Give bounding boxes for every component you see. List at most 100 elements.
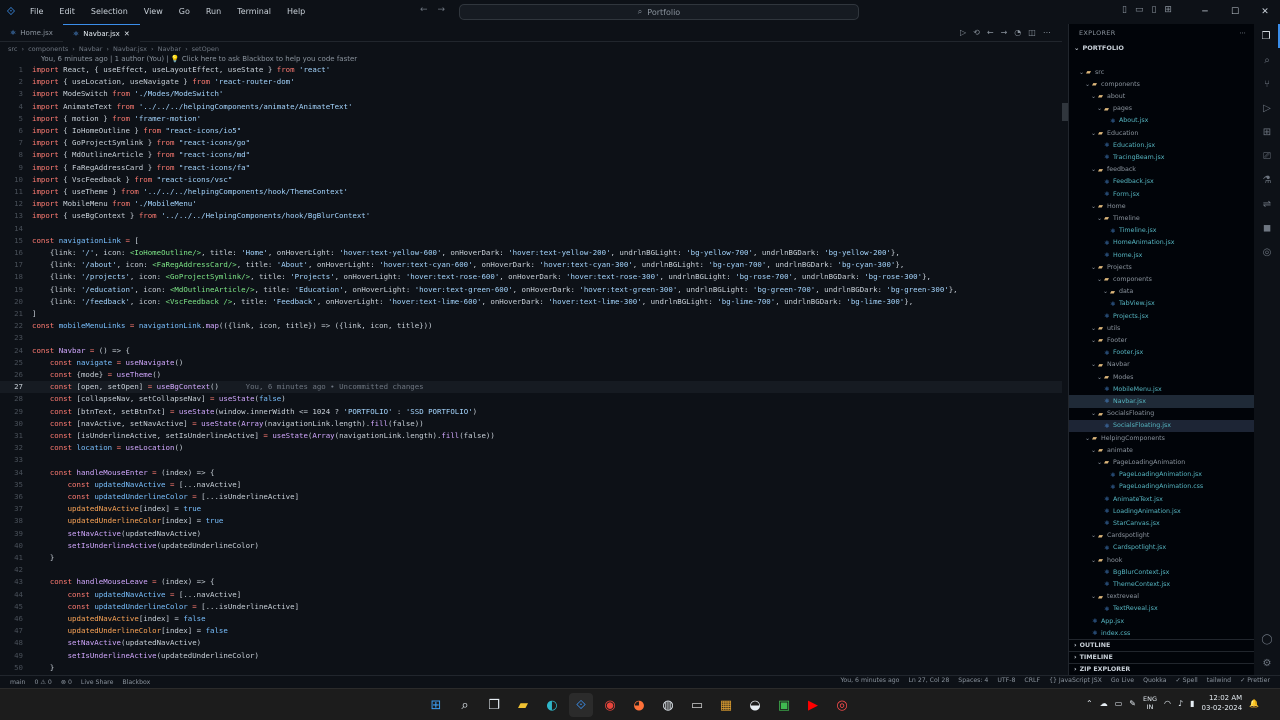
testing-icon[interactable]: ⚗ (1254, 168, 1280, 192)
language-mode[interactable]: {} JavaScript JSX (1049, 677, 1102, 684)
blackbox-status[interactable]: Blackbox (122, 679, 150, 686)
prev-change-icon[interactable]: ← (987, 28, 994, 37)
timeline-icon[interactable]: ⟲ (973, 28, 980, 37)
github-icon[interactable]: ◍ (656, 693, 680, 717)
tree-file[interactable]: ⚛ Navbar.jsx (1069, 395, 1255, 408)
tree-folder[interactable]: ⌄ ▰ Footer (1069, 334, 1255, 346)
code-line[interactable]: 26 const {mode} = useTheme() (0, 369, 1062, 381)
tree-folder[interactable]: ⌄ ▰ data (1069, 286, 1255, 298)
cursor-position[interactable]: Ln 27, Col 28 (908, 677, 949, 684)
back-arrow-icon[interactable]: ← (420, 5, 428, 15)
edge-icon[interactable]: ◐ (540, 693, 564, 717)
breadcrumb-item[interactable]: components (28, 45, 68, 53)
tree-file[interactable]: ⚛ Feedback.jsx (1069, 176, 1255, 188)
code-line[interactable]: 40 setIsUnderlineActive(updatedUnderline… (0, 540, 1062, 552)
clock[interactable]: 12:02 AM 03-02-2024 (1201, 693, 1242, 713)
code-line[interactable]: 25 const navigate = useNavigate() (0, 357, 1062, 369)
code-line[interactable]: 1 import React, { useEffect, useLayoutEff… (0, 64, 1062, 76)
menu-run[interactable]: Run (198, 0, 229, 24)
code-line[interactable]: 31 const [isUnderlineActive, setIsUnderl… (0, 430, 1062, 442)
tree-folder[interactable]: ⌄ ▰ about (1069, 90, 1255, 102)
code-line[interactable]: 35 const updatedNavActive = [...navActiv… (0, 479, 1062, 491)
battery-icon[interactable]: ▮ (1190, 699, 1194, 708)
tailwind-status[interactable]: tailwind (1207, 677, 1231, 684)
tree-folder[interactable]: ⌄ ▰ Timeline (1069, 212, 1255, 224)
code-line[interactable]: 36 const updatedUnderlineColor = [...isU… (0, 491, 1062, 503)
code-line[interactable]: 41 } (0, 552, 1062, 564)
codelens-blame[interactable]: You, 6 minutes ago | 1 author (You) | 💡 … (41, 55, 357, 63)
wifi-icon[interactable]: ◠ (1164, 699, 1171, 708)
toggle-secondary-sidebar-icon[interactable]: ▯ (1151, 5, 1156, 15)
tree-folder[interactable]: ⌄ ▰ components (1069, 273, 1255, 285)
menu-edit[interactable]: Edit (51, 0, 83, 24)
code-line[interactable]: 32 const location = useLocation() (0, 442, 1062, 454)
app-red-icon[interactable]: ◎ (830, 693, 854, 717)
code-line[interactable]: 3 import ModeSwitch from './Modes/ModeSwi… (0, 88, 1062, 100)
branch-status[interactable]: main (10, 679, 25, 686)
app-icon[interactable]: ▦ (714, 693, 738, 717)
tree-folder[interactable]: ⌄ ▰ Modes (1069, 371, 1255, 383)
code-line[interactable]: 45 const updatedUnderlineColor = [...isU… (0, 601, 1062, 613)
code-line[interactable]: 20 {link: '/feedback', icon: <VscFeedbac… (0, 296, 1062, 308)
search-icon[interactable]: ⌕ (453, 693, 477, 717)
code-line[interactable]: 29 const [btnText, setBtnTxt] = useState… (0, 406, 1062, 418)
toggle-panel-icon[interactable]: ▭ (1135, 5, 1144, 15)
discord-icon[interactable]: ◒ (743, 693, 767, 717)
breadcrumb-item[interactable]: Navbar.jsx (113, 45, 147, 53)
code-line[interactable]: 44 const updatedNavActive = [...navActiv… (0, 589, 1062, 601)
customize-layout-icon[interactable]: ⊞ (1164, 5, 1172, 15)
code-line[interactable]: 21] (0, 308, 1062, 320)
close-tab-icon[interactable]: ✕ (124, 30, 130, 38)
tree-folder[interactable]: ⌄ ▰ SocialsFloating (1069, 408, 1255, 420)
tab-home-jsx[interactable]: ⚛ Home.jsx (0, 24, 63, 42)
split-editor-icon[interactable]: ◫ (1028, 28, 1036, 37)
tree-folder[interactable]: ⌄ ▰ Home (1069, 200, 1255, 212)
code-line[interactable]: 28 const [collapseNav, setCollapseNav] =… (0, 393, 1062, 405)
tree-file[interactable]: ⚛ MobileMenu.jsx (1069, 383, 1255, 395)
code-line[interactable]: 10 import { VscFeedback } from "react-ico… (0, 174, 1062, 186)
extensions-icon[interactable]: ⊞ (1254, 120, 1280, 144)
code-line[interactable]: 11 import { useTheme } from '../../../hel… (0, 186, 1062, 198)
tree-file[interactable]: ⚛ AnimateText.jsx (1069, 493, 1255, 505)
ports-status[interactable]: ⊗ 0 (61, 679, 72, 686)
close-icon[interactable]: ✕ (1250, 0, 1280, 24)
code-line[interactable]: 17 {link: '/about', icon: <FaRegAddressC… (0, 259, 1062, 271)
tree-folder[interactable]: ⌄ ▰ components (1069, 78, 1255, 90)
code-line[interactable]: 33 (0, 454, 1062, 466)
next-change-icon[interactable]: → (1001, 28, 1008, 37)
code-line[interactable]: 48 setNavActive(updatedNavActive) (0, 637, 1062, 649)
code-line[interactable]: 15 const navigationLink = [ (0, 235, 1062, 247)
code-line[interactable]: 5 import { motion } from 'framer-motion' (0, 113, 1062, 125)
minimize-icon[interactable]: ─ (1190, 0, 1220, 24)
tree-file[interactable]: ⚛ index.css (1069, 627, 1255, 639)
notification-bell-icon[interactable]: 🔔 (1249, 699, 1259, 708)
code-line[interactable]: 12 import MobileMenu from './MobileMenu' (0, 198, 1062, 210)
command-center-search[interactable]: ⌕ Portfolio (459, 4, 859, 20)
code-line[interactable]: 4 import AnimateText from '../../../helpi… (0, 101, 1062, 113)
prettier-status[interactable]: ✓ Prettier (1240, 677, 1270, 684)
code-line[interactable]: 22 const mobileMenuLinks = navigationLink… (0, 320, 1062, 332)
code-line[interactable]: 46 updatedNavActive[index] = false (0, 613, 1062, 625)
search-icon[interactable]: ⌕ (1254, 48, 1280, 72)
encoding[interactable]: UTF-8 (997, 677, 1015, 684)
git-graph-icon[interactable]: ◎ (1254, 240, 1280, 264)
breadcrumb-item[interactable]: src (8, 45, 18, 53)
quokka-status[interactable]: Quokka (1143, 677, 1166, 684)
tree-folder[interactable]: ⌄ ▰ Cardspotlight (1069, 530, 1255, 542)
code-line[interactable]: 23 (0, 332, 1062, 344)
section-zip-explorer[interactable]: › ZIP EXPLORER (1069, 663, 1255, 675)
code-line[interactable]: 50 } (0, 662, 1062, 674)
code-line[interactable]: 7 import { GoProjectSymlink } from "react… (0, 137, 1062, 149)
volume-icon[interactable]: ♪ (1178, 699, 1183, 708)
code-line[interactable]: 2 import { useLocation, useNavigate } fro… (0, 76, 1062, 88)
app-tray-icon[interactable]: ▭ (1115, 699, 1123, 708)
tree-folder[interactable]: ⌄ ▰ Education (1069, 127, 1255, 139)
tree-file[interactable]: ⚛ Form.jsx (1069, 188, 1255, 200)
task-view-icon[interactable]: ❐ (482, 693, 506, 717)
menu-selection[interactable]: Selection (83, 0, 136, 24)
code-line[interactable]: 38 updatedUnderlineColor[index] = true (0, 515, 1062, 527)
tree-folder[interactable]: ⌄ ▰ pages (1069, 103, 1255, 115)
breadcrumb-item[interactable]: setOpen (192, 45, 219, 53)
tray-chevron-up-icon[interactable]: ⌃ (1086, 699, 1093, 708)
tree-file[interactable]: ⚛ Education.jsx (1069, 139, 1255, 151)
